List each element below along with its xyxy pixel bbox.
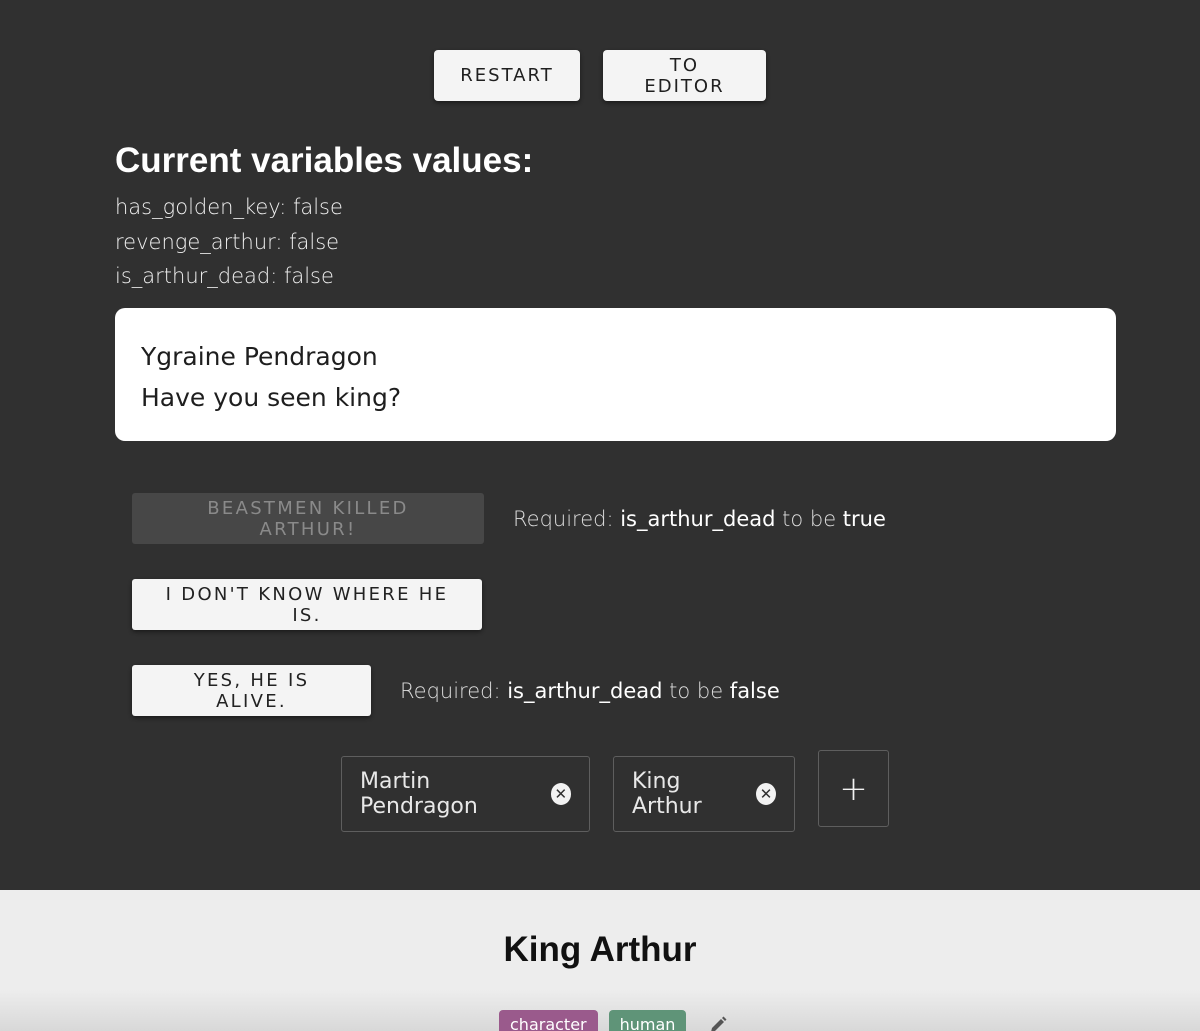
pencil-icon[interactable] bbox=[707, 1014, 729, 1031]
requirement-variable: is_arthur_dead bbox=[507, 678, 663, 703]
character-detail-panel: King Arthur character human bbox=[0, 890, 1200, 1031]
variables-panel: Current variables values: has_golden_key… bbox=[115, 140, 1115, 294]
variables-title: Current variables values: bbox=[115, 141, 534, 180]
choice-button[interactable]: I don't know where he is. bbox=[132, 579, 482, 630]
choice-row: Yes, he is alive. Required: is_arthur_de… bbox=[132, 665, 780, 716]
requirement-variable: is_arthur_dead bbox=[620, 506, 776, 531]
requirement-value: true bbox=[842, 506, 886, 531]
requirement-mid: to be bbox=[775, 506, 843, 531]
dialog-text: Have you seen king? bbox=[141, 383, 402, 412]
restart-button[interactable]: Restart bbox=[434, 50, 580, 101]
requirement-prefix: Required: bbox=[513, 506, 621, 531]
choice-requirement: Required: is_arthur_dead to be false bbox=[400, 679, 780, 703]
top-actions: Restart To editor bbox=[0, 50, 1200, 101]
tag-character[interactable]: character bbox=[499, 1010, 598, 1031]
plus-icon: + bbox=[839, 768, 868, 809]
character-chip[interactable]: Martin Pendragon ✕ bbox=[341, 756, 590, 832]
requirement-prefix: Required: bbox=[400, 678, 508, 703]
choice-button[interactable]: Yes, he is alive. bbox=[132, 665, 371, 716]
choice-row: I don't know where he is. bbox=[132, 579, 482, 630]
close-circle-icon[interactable]: ✕ bbox=[755, 783, 776, 805]
choice-requirement: Required: is_arthur_dead to be true bbox=[513, 507, 886, 531]
dialog-speaker: Ygraine Pendragon bbox=[141, 342, 378, 371]
character-name: King Arthur bbox=[632, 769, 702, 819]
dialog-card: Ygraine Pendragon Have you seen king? bbox=[115, 308, 1116, 441]
to-editor-button[interactable]: To editor bbox=[603, 50, 766, 101]
variables-list: has_golden_key: false revenge_arthur: fa… bbox=[115, 190, 1115, 294]
choice-button-disabled: Beastmen killed Arthur! bbox=[132, 493, 484, 544]
tag-human[interactable]: human bbox=[608, 1010, 687, 1031]
add-character-button[interactable]: + bbox=[818, 750, 889, 827]
variable-item: revenge_arthur: false bbox=[115, 229, 340, 254]
character-chip[interactable]: King Arthur ✕ bbox=[613, 756, 795, 832]
tag-list: character human bbox=[499, 1010, 729, 1031]
close-circle-icon[interactable]: ✕ bbox=[550, 783, 571, 805]
choice-row: Beastmen killed Arthur! Required: is_art… bbox=[132, 493, 886, 544]
requirement-mid: to be bbox=[662, 678, 730, 703]
variable-item: is_arthur_dead: false bbox=[115, 264, 334, 288]
character-detail-title: King Arthur bbox=[503, 930, 697, 969]
character-name: Martin Pendragon bbox=[360, 769, 478, 819]
character-list: Martin Pendragon ✕ King Arthur ✕ + bbox=[341, 750, 889, 832]
requirement-value: false bbox=[729, 678, 780, 703]
variable-item: has_golden_key: false bbox=[115, 195, 343, 219]
